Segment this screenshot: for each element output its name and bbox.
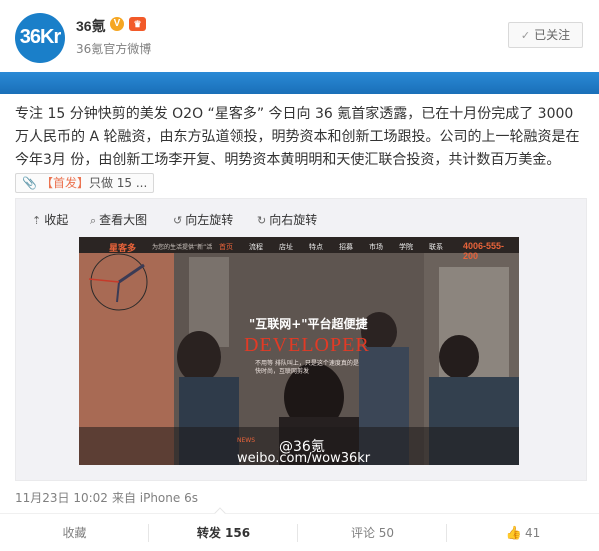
site-nav: 首页 流程 店址 特点 招募 市场 学院 联系 bbox=[219, 242, 459, 252]
site-nav-item: 店址 bbox=[279, 243, 293, 251]
paperclip-icon: 📎 bbox=[22, 176, 37, 190]
avatar[interactable]: 36Kr bbox=[15, 13, 65, 63]
repost-label: 转发 156 bbox=[196, 526, 251, 540]
image-developer-text: DEVELOPER bbox=[244, 334, 370, 356]
image-subtext-line: 不用等 排队叫上，只是这个速度真的是 bbox=[255, 360, 359, 367]
post-meta: 11月23日 10:02 来自 iPhone 6s bbox=[15, 489, 198, 506]
site-nav-item: 学院 bbox=[399, 243, 413, 251]
post-image[interactable]: 星客多 为您的生活提供“新”活 首页 流程 店址 特点 招募 市场 学院 联系 4006-55… bbox=[79, 237, 519, 465]
site-nav-item: 联系 bbox=[429, 243, 443, 251]
image-subtext-line: 快时尚，互联网剪发 bbox=[255, 368, 310, 375]
site-nav-item: 流程 bbox=[249, 243, 263, 251]
image-news-label: NEWS bbox=[237, 437, 256, 444]
post-source[interactable]: 来自 iPhone 6s bbox=[112, 491, 198, 505]
media-viewer: ⇡ 收起 ⌕ 查看大图 ↺ 向左旋转 ↻ 向右旋转 星客多 为您的生活提供“新”… bbox=[15, 198, 587, 481]
like-count: 41 bbox=[524, 526, 541, 540]
avatar-logo-text: 36Kr bbox=[19, 26, 61, 48]
watermark-url: weibo.com/wow36kr bbox=[237, 451, 371, 465]
comment-label: 评论 50 bbox=[350, 526, 395, 540]
rotate-right-label: 向右旋转 bbox=[269, 213, 318, 227]
follow-button[interactable]: ✓ 已关注 bbox=[508, 22, 583, 48]
follow-label: 已关注 bbox=[534, 28, 571, 42]
view-large-label: 查看大图 bbox=[99, 213, 148, 227]
image-subtext: 不用等 排队叫上，只是这个速度真的是 快时尚，互联网剪发 bbox=[255, 360, 359, 376]
post-text: 专注 15 分钟快剪的美发 O2O “星客多” 今日向 36 氪首家透露，已在十… bbox=[15, 103, 587, 195]
site-nav-item: 市场 bbox=[369, 243, 383, 251]
thumbs-up-icon: 👍 bbox=[505, 526, 522, 541]
check-icon: ✓ bbox=[520, 29, 531, 42]
post-time[interactable]: 11月23日 10:02 bbox=[15, 491, 108, 505]
post-body: 专注 15 分钟快剪的美发 O2O “星客多” 今日向 36 氪首家透露，已在十… bbox=[15, 106, 580, 168]
favorite-button[interactable]: 收藏 bbox=[0, 514, 149, 551]
article-tag: 【首发】 bbox=[40, 176, 89, 190]
post-header: 36Kr 36氪 V ♛ 36氪官方微博 ✓ 已关注 bbox=[0, 0, 599, 70]
rotate-left-label: 向左旋转 bbox=[185, 213, 234, 227]
collapse-button[interactable]: ⇡ 收起 bbox=[32, 211, 68, 228]
site-tagline: 为您的生活提供“新”活 bbox=[152, 244, 213, 251]
site-phone: 4006-555-200 bbox=[463, 241, 505, 261]
like-button[interactable]: 👍 41 bbox=[447, 514, 599, 551]
author-name[interactable]: 36氪 bbox=[76, 16, 106, 36]
rotate-right-button[interactable]: ↻ 向右旋转 bbox=[257, 211, 317, 228]
member-crown-icon[interactable]: ♛ bbox=[129, 17, 146, 31]
rotate-left-button[interactable]: ↺ 向左旋转 bbox=[173, 211, 233, 228]
site-nav-item: 首页 bbox=[219, 243, 233, 251]
media-toolbar: ⇡ 收起 ⌕ 查看大图 ↺ 向左旋转 ↻ 向右旋转 bbox=[16, 199, 588, 237]
site-nav-item: 招募 bbox=[339, 243, 353, 251]
author-description: 36氪官方微博 bbox=[76, 42, 152, 56]
magnifier-icon: ⌕ bbox=[90, 214, 97, 227]
favorite-label: 收藏 bbox=[62, 526, 87, 540]
rotate-left-icon: ↺ bbox=[173, 214, 183, 227]
article-card-link[interactable]: 📎 【首发】只做 15 ... bbox=[15, 173, 155, 193]
site-nav-item: 特点 bbox=[309, 243, 323, 251]
repost-button[interactable]: 转发 156 bbox=[149, 514, 298, 551]
view-large-button[interactable]: ⌕ 查看大图 bbox=[90, 211, 147, 228]
verified-icon[interactable]: V bbox=[110, 17, 124, 31]
banner-bar bbox=[0, 72, 599, 94]
site-logo: 星客多 bbox=[109, 243, 137, 253]
comment-button[interactable]: 评论 50 bbox=[298, 514, 447, 551]
action-bar: 收藏 转发 156 评论 50 👍 41 bbox=[0, 507, 599, 551]
rotate-right-icon: ↻ bbox=[257, 214, 267, 227]
arrow-up-icon: ⇡ bbox=[32, 214, 42, 227]
image-headline: "互联网+"平台超便捷 bbox=[249, 317, 368, 331]
article-title: 只做 15 ... bbox=[88, 176, 148, 190]
collapse-label: 收起 bbox=[44, 213, 69, 227]
